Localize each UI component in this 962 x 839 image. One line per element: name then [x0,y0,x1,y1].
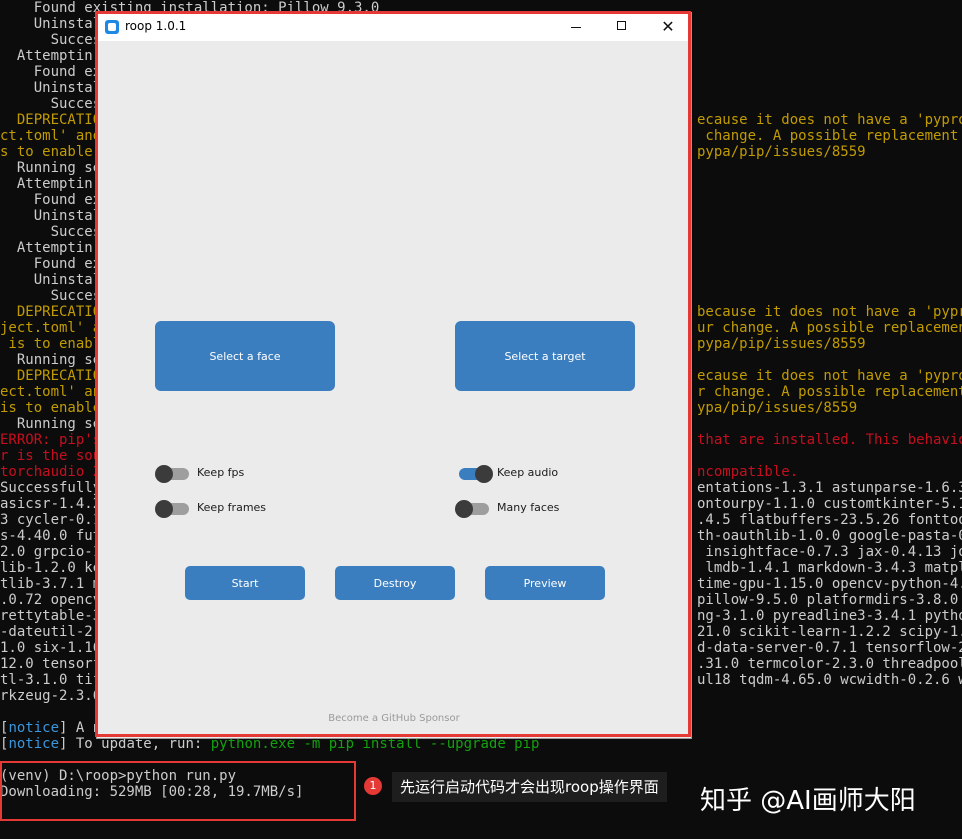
terminal-line: ect.toml' an [0,384,102,400]
terminal-line: rettytable-3 [0,608,102,624]
terminal-line: .4.5 flatbuffers-23.5.26 fonttool [697,512,962,528]
terminal-line: change. A possible replacement i [697,128,962,144]
select-face-button[interactable]: Select a face [155,321,335,391]
command-highlight-box [0,761,356,821]
notice-tag: notice [8,720,60,736]
terminal-line: torchaudio 2 [0,464,102,480]
terminal-line: 1.0 six-1.16 [0,640,102,656]
terminal-line: r change. A possible replacement [697,384,962,400]
terminal-line: ng-3.1.0 pyreadline3-3.4.1 python [697,608,962,624]
maximize-button[interactable] [599,13,645,41]
terminal-line: 21.0 scikit-learn-1.2.2 scipy-1.1 [697,624,962,640]
terminal-line: lib-1.2.0 ke [0,560,102,576]
annotation-badge: 1 [364,777,382,795]
terminal-line: Running se [0,160,102,176]
terminal-line: th-oauthlib-1.0.0 google-pasta-0. [697,528,962,544]
annotation-text: 先运行启动代码才会出现roop操作界面 [392,772,667,802]
terminal-line: time-gpu-1.15.0 opencv-python-4.7 [697,576,962,592]
start-button[interactable]: Start [185,566,305,600]
terminal-line: 12.0 tensorf [0,656,102,672]
terminal-line: 3 cycler-0.1 [0,512,102,528]
github-sponsor-link[interactable]: Become a GitHub Sponsor [97,713,691,724]
terminal-line: Succes [0,224,102,240]
terminal-line: DEPRECATIO [0,368,102,384]
title-bar[interactable]: roop 1.0.1 ✕ [97,13,691,41]
notice-line-1: [notice] A n [0,720,102,736]
terminal-line: ur change. A possible replacement [697,320,962,336]
terminal-line: 2.0 grpcio-1 [0,544,102,560]
terminal-line: tlib-3.7.1 m [0,576,102,592]
terminal-line: ct.toml' and [0,128,102,144]
terminal-line: Attemptin [0,176,93,192]
terminal-line: ontourpy-1.1.0 customtkinter-5.1. [697,496,962,512]
notice-tag-2: notice [8,736,60,752]
destroy-button[interactable]: Destroy [335,566,455,600]
select-target-button[interactable]: Select a target [455,321,635,391]
terminal-line: Found ex [0,256,102,272]
terminal-line: DEPRECATIO [0,304,102,320]
terminal-line: insightface-0.7.3 jax-0.4.13 job [697,544,962,560]
terminal-line: ncompatible. [697,464,799,480]
terminal-line: ERROR: pip's [0,432,102,448]
terminal-line: Succes [0,96,102,112]
many-faces-switch[interactable] [455,500,489,518]
terminal-line: s-4.40.0 fut [0,528,102,544]
terminal-line: Running se [0,352,102,368]
terminal-line: Found ex [0,64,102,80]
terminal-line: ypa/pip/issues/8559 [697,400,858,416]
terminal-line: is to enabl [0,336,102,352]
minimize-button[interactable] [553,13,599,41]
terminal-line: Found ex [0,192,102,208]
terminal-line: Uninstal [0,208,102,224]
terminal-line: ul18 tqdm-4.65.0 wcwidth-0.2.6 we [697,672,962,688]
keep-frames-switch[interactable] [155,500,189,518]
terminal-line: .31.0 termcolor-2.3.0 threadpoolc [697,656,962,672]
terminal-line: lmdb-1.4.1 markdown-3.4.3 matplo [697,560,962,576]
terminal-line: pypa/pip/issues/8559 [697,144,866,160]
terminal-line: because it does not have a 'pyproj [697,304,962,320]
switch-knob [455,500,473,518]
terminal-line: entations-1.3.1 astunparse-1.6.3 b [697,480,962,496]
terminal-line: Uninstal [0,16,102,32]
terminal-line: DEPRECATIO [0,112,102,128]
terminal-line: s to enable [0,144,93,160]
roop-window: roop 1.0.1 ✕ Select a face Select a targ… [96,12,692,739]
terminal-line: Succes [0,32,102,48]
terminal-line: pillow-9.5.0 platformdirs-3.8.0 p [697,592,962,608]
zhihu-watermark: 知乎 @AI画师大阳 [700,786,916,816]
keep-audio-switch[interactable] [459,465,493,483]
terminal-line: Attemptin [0,48,93,64]
window-title: roop 1.0.1 [125,19,187,33]
switch-knob [155,500,173,518]
app-icon [105,20,119,34]
terminal-line: Running se [0,416,102,432]
terminal-line: is to enable [0,400,102,416]
terminal-line: Attemptin [0,240,93,256]
terminal-line: asicsr-1.4.2 [0,496,102,512]
switch-knob [155,465,173,483]
terminal-line: ecause it does not have a 'pyproje [697,112,962,128]
preview-button[interactable]: Preview [485,566,605,600]
terminal-line: d-data-server-0.7.1 tensorflow-2. [697,640,962,656]
terminal-line: Successfully [0,480,102,496]
terminal-line: ject.toml' a [0,320,102,336]
terminal-line: .0.72 opencv [0,592,102,608]
many-faces-label: Many faces [497,501,560,514]
terminal-line: Uninstal [0,272,102,288]
terminal-line: rkzeug-2.3.6 [0,688,102,704]
terminal-line: ecause it does not have a 'pyproj [697,368,962,384]
terminal-line: Uninstal [0,80,102,96]
terminal-line: tl-3.1.0 tif [0,672,102,688]
terminal-line: pypa/pip/issues/8559 [697,336,866,352]
switch-knob [475,465,493,483]
terminal-line: -dateutil-2. [0,624,102,640]
terminal-line: that are installed. This behaviou [697,432,962,448]
terminal-line: r is the sou [0,448,102,464]
keep-frames-label: Keep frames [197,501,267,514]
keep-fps-label: Keep fps [197,466,245,479]
terminal-line: Succes [0,288,102,304]
keep-audio-label: Keep audio [497,466,559,479]
close-button[interactable]: ✕ [645,13,691,41]
keep-fps-switch[interactable] [155,465,189,483]
